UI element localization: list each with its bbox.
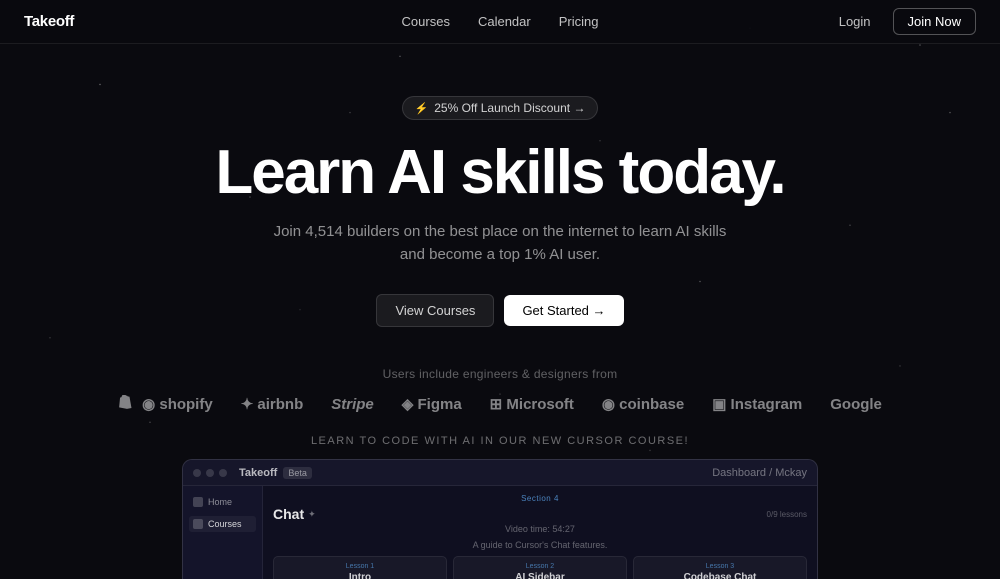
lesson-card-2[interactable]: Lesson 2 AI Sidebar Not Started Video ti… bbox=[453, 556, 627, 579]
section-description: A guide to Cursor's Chat features. bbox=[273, 540, 807, 550]
hero-section: ⚡ 25% Off Launch Discount → Learn AI ski… bbox=[0, 44, 1000, 327]
shopify-label: ◉ shopify bbox=[142, 395, 213, 413]
section-title-row: Chat ✦ 0/9 lessons bbox=[273, 506, 807, 522]
home-icon bbox=[193, 497, 203, 507]
logos-row: ◉ shopify ✦ airbnb Stripe ◈ Figma ⊞ Micr… bbox=[0, 395, 1000, 413]
lesson-3-title: Codebase Chat bbox=[641, 572, 799, 579]
hero-subtitle: Join 4,514 builders on the best place on… bbox=[270, 221, 730, 266]
lessons-count: 0/9 lessons bbox=[767, 510, 807, 519]
microsoft-label: ⊞ Microsoft bbox=[490, 395, 574, 413]
airbnb-label: ✦ airbnb bbox=[241, 395, 304, 413]
lesson-card-3[interactable]: Lesson 3 Codebase Chat Not Started Video… bbox=[633, 556, 807, 579]
navbar: Takeoff Courses Calendar Pricing Login J… bbox=[0, 0, 1000, 44]
lessons-row: Lesson 1 Intro Not Started Video time: 1… bbox=[273, 556, 807, 579]
logo-stripe: Stripe bbox=[331, 396, 374, 413]
titlebar-breadcrumb: Dashboard / Mckay bbox=[712, 467, 807, 479]
get-started-button[interactable]: Get Started → bbox=[504, 295, 623, 326]
join-now-button[interactable]: Join Now bbox=[893, 8, 976, 35]
section-num: Section 4 bbox=[273, 494, 807, 503]
titlebar-dot-red bbox=[193, 469, 201, 477]
section-subtitle: Video time: 54:27 bbox=[273, 524, 807, 534]
stripe-label: Stripe bbox=[331, 396, 374, 413]
coinbase-label: ◉ coinbase bbox=[602, 395, 684, 413]
shopify-icon bbox=[118, 395, 136, 413]
lesson-1-title: Intro bbox=[281, 572, 439, 579]
preview-main: Section 4 Chat ✦ 0/9 lessons Video time:… bbox=[263, 486, 817, 579]
logo-microsoft: ⊞ Microsoft bbox=[490, 395, 574, 413]
login-button[interactable]: Login bbox=[827, 8, 883, 35]
logo-coinbase: ◉ coinbase bbox=[602, 395, 684, 413]
nav-link-courses[interactable]: Courses bbox=[402, 14, 450, 29]
hero-title: Learn AI skills today. bbox=[0, 140, 1000, 205]
hero-cta: View Courses Get Started → bbox=[0, 294, 1000, 327]
titlebar-controls bbox=[193, 469, 227, 477]
logo-shopify: ◉ shopify bbox=[118, 395, 213, 413]
lightning-icon: ⚡ bbox=[415, 102, 429, 115]
view-courses-button[interactable]: View Courses bbox=[376, 294, 494, 327]
sidebar-item-courses-label: Courses bbox=[208, 519, 242, 529]
preview-window: Takeoff Beta Dashboard / Mckay Home Cour… bbox=[182, 459, 818, 579]
sidebar-item-home[interactable]: Home bbox=[189, 494, 256, 510]
nav-links: Courses Calendar Pricing bbox=[402, 14, 599, 29]
lesson-2-num: Lesson 2 bbox=[461, 563, 619, 570]
lesson-card-1[interactable]: Lesson 1 Intro Not Started Video time: 1… bbox=[273, 556, 447, 579]
preview-titlebar: Takeoff Beta Dashboard / Mckay bbox=[183, 460, 817, 486]
figma-label: ◈ Figma bbox=[402, 395, 462, 413]
sidebar-item-home-label: Home bbox=[208, 497, 232, 507]
titlebar-badge: Beta bbox=[283, 467, 312, 479]
google-label: Google bbox=[830, 396, 882, 413]
sidebar-item-courses[interactable]: Courses bbox=[189, 516, 256, 532]
logo-google: Google bbox=[830, 396, 882, 413]
logo-instagram: ▣ Instagram bbox=[712, 395, 802, 413]
course-preview-label: LEARN TO CODE WITH AI IN OUR NEW CURSOR … bbox=[0, 435, 1000, 447]
section-title: Chat bbox=[273, 506, 304, 522]
preview-content: Home Courses Section 4 Chat ✦ 0/9 lesson… bbox=[183, 486, 817, 579]
nav-link-pricing[interactable]: Pricing bbox=[559, 14, 599, 29]
lesson-3-num: Lesson 3 bbox=[641, 563, 799, 570]
course-preview-section: LEARN TO CODE WITH AI IN OUR NEW CURSOR … bbox=[0, 413, 1000, 579]
titlebar-dot-green bbox=[219, 469, 227, 477]
logos-section: Users include engineers & designers from… bbox=[0, 367, 1000, 413]
logos-label: Users include engineers & designers from bbox=[0, 367, 1000, 381]
nav-link-calendar[interactable]: Calendar bbox=[478, 14, 531, 29]
section-icon: ✦ bbox=[308, 509, 316, 520]
titlebar-logo: Takeoff bbox=[239, 467, 277, 479]
lesson-2-title: AI Sidebar bbox=[461, 572, 619, 579]
instagram-label: ▣ Instagram bbox=[712, 395, 802, 413]
discount-badge[interactable]: ⚡ 25% Off Launch Discount → bbox=[402, 96, 599, 120]
logo-airbnb: ✦ airbnb bbox=[241, 395, 304, 413]
titlebar-dot-yellow bbox=[206, 469, 214, 477]
courses-icon bbox=[193, 519, 203, 529]
badge-text: 25% Off Launch Discount → bbox=[434, 101, 585, 115]
logo-figma: ◈ Figma bbox=[402, 395, 462, 413]
nav-actions: Login Join Now bbox=[827, 8, 976, 35]
lesson-1-num: Lesson 1 bbox=[281, 563, 439, 570]
logo: Takeoff bbox=[24, 13, 74, 30]
preview-sidebar: Home Courses bbox=[183, 486, 263, 579]
